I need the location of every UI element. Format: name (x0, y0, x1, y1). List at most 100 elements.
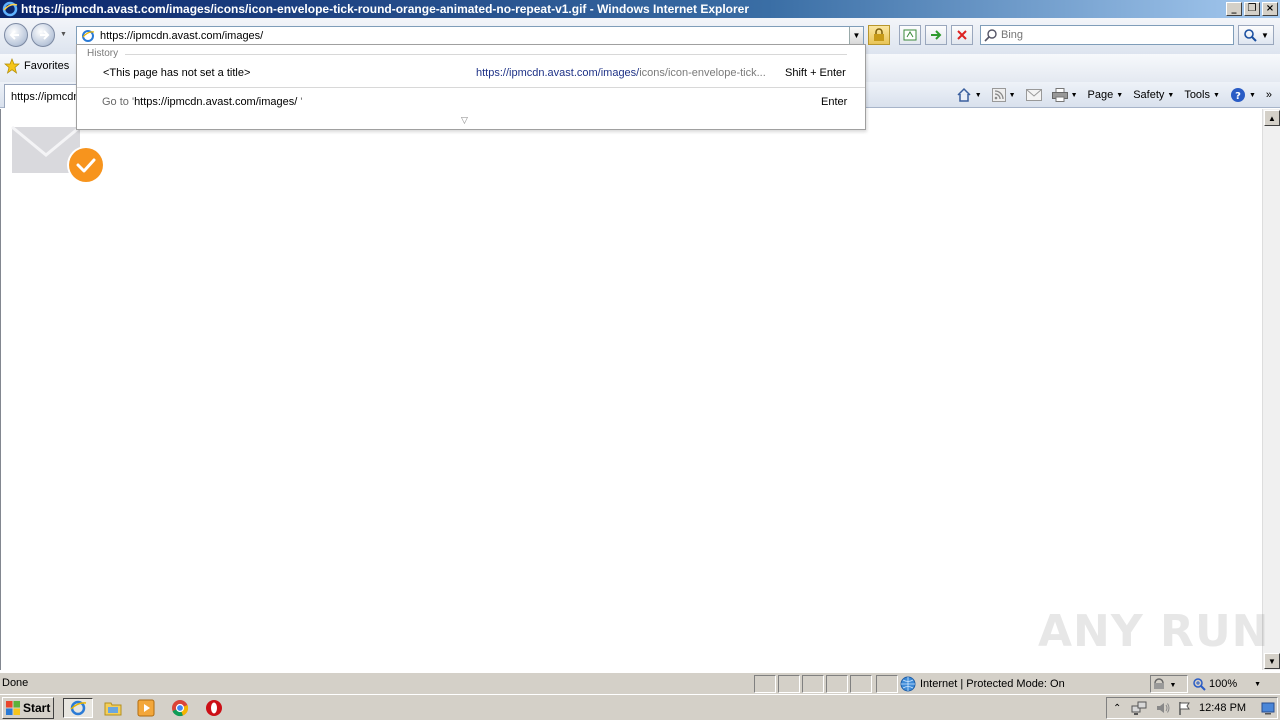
title-bar: https://ipmcdn.avast.com/images/icons/ic… (0, 0, 1280, 18)
feeds-button[interactable]: ▼ (991, 88, 1016, 102)
protected-mode-icon: ▼ (1154, 678, 1177, 689)
svg-text:?: ? (1235, 91, 1241, 102)
stop-button[interactable] (951, 25, 973, 45)
expand-dropdown-arrow-icon[interactable]: ▽ (461, 115, 468, 126)
svg-text:▼: ▼ (1170, 682, 1177, 689)
stop-x-icon (957, 30, 967, 40)
mail-icon (1025, 89, 1042, 101)
media-player-icon (137, 699, 155, 717)
search-input[interactable] (1001, 29, 1233, 41)
compatibility-view-button[interactable] (899, 25, 921, 45)
internet-globe-icon (900, 676, 916, 692)
page-content (0, 109, 1262, 670)
goto-shortcut: Enter (821, 96, 848, 108)
action-center-flag-icon[interactable] (1177, 700, 1193, 716)
scroll-up-arrow-icon[interactable]: ▲ (1264, 110, 1280, 126)
show-hidden-icons-chevron-icon[interactable]: ⌃ (1113, 703, 1121, 714)
system-tray: ⌃ 12:48 PM (1106, 697, 1278, 719)
window-title: https://ipmcdn.avast.com/images/icons/ic… (21, 2, 749, 16)
start-button[interactable]: Start (2, 697, 54, 719)
tab-label: https://ipmcdn.avast.com/images/ (11, 90, 86, 103)
system-clock[interactable]: 12:48 PM (1199, 702, 1246, 714)
page-menu-button[interactable]: Page ▼ (1088, 89, 1124, 101)
go-arrow-icon (931, 30, 942, 40)
zone-label: Internet | Protected Mode: On (920, 678, 1065, 690)
recent-pages-dropdown-icon[interactable]: ▼ (60, 31, 67, 38)
forward-arrow-icon (40, 30, 50, 40)
command-bar: ▼ ▼ ▼ Page ▼ Safety ▼ Tools ▼ ? ▼ » (956, 84, 1272, 106)
magnifier-icon (1244, 29, 1257, 42)
history-suggestion[interactable]: <This page has not set a title> https://… (77, 62, 865, 84)
favorites-button[interactable]: Favorites (4, 58, 69, 74)
status-text: Done (2, 677, 29, 689)
home-icon (957, 87, 971, 102)
windows-logo-icon (6, 701, 20, 715)
history-heading: History (87, 48, 119, 59)
status-pane (802, 675, 824, 693)
safety-menu-label: Safety (1133, 89, 1165, 101)
address-dropdown-button[interactable]: ▼ (849, 27, 863, 44)
restore-button[interactable]: ❐ (1244, 2, 1260, 16)
page-menu-label: Page (1087, 89, 1114, 101)
favorites-label: Favorites (24, 60, 70, 72)
anyrun-watermark: ANY RUN (1038, 606, 1270, 657)
page-icon (82, 29, 95, 42)
browser-tab[interactable]: https://ipmcdn.avast.com/images/ (4, 84, 86, 108)
help-icon: ? (1230, 88, 1245, 102)
search-box[interactable] (980, 25, 1234, 45)
tools-menu-label: Tools (1184, 89, 1210, 101)
taskbar-opera-button[interactable] (204, 698, 224, 718)
forward-button[interactable] (31, 23, 55, 47)
status-pane (876, 675, 898, 693)
protected-mode-pane[interactable]: ▼ (1150, 675, 1188, 693)
rss-feed-icon (991, 88, 1006, 102)
go-button[interactable] (925, 25, 947, 45)
taskbar-chrome-button[interactable] (170, 698, 190, 718)
status-bar: Done Internet | Protected Mode: On ▼ 100… (0, 672, 1280, 694)
tools-menu-button[interactable]: Tools ▼ (1184, 89, 1220, 101)
taskbar: Start ⌃ 12:48 PM (0, 694, 1280, 720)
home-button[interactable]: ▼ (956, 87, 982, 103)
back-arrow-icon (9, 30, 19, 40)
address-input[interactable]: https://ipmcdn.avast.com/images/ (100, 30, 849, 42)
search-options-dropdown-icon[interactable]: ▼ (1261, 31, 1269, 40)
start-label: Start (23, 701, 51, 715)
opera-icon (206, 700, 222, 716)
status-pane (754, 675, 776, 693)
read-mail-button[interactable] (1025, 89, 1042, 101)
folder-icon (104, 702, 122, 716)
close-button[interactable]: × (1262, 2, 1278, 16)
chevron-more-icon[interactable]: » (1266, 89, 1272, 101)
search-icon (984, 29, 997, 42)
zoom-control[interactable]: 100% ▼ (1192, 675, 1262, 693)
security-lock-button[interactable] (868, 25, 890, 45)
star-icon (4, 58, 20, 74)
minimize-button[interactable]: _ (1226, 2, 1242, 16)
taskbar-ie-button[interactable] (63, 698, 93, 718)
zoom-icon (1193, 678, 1206, 691)
volume-icon[interactable] (1155, 700, 1171, 716)
back-button[interactable] (4, 23, 28, 47)
print-button[interactable]: ▼ (1051, 88, 1078, 102)
zoom-dropdown-icon[interactable]: ▼ (1254, 681, 1261, 688)
vertical-scrollbar[interactable]: ▲ ▼ (1262, 109, 1280, 670)
search-button[interactable]: ▼ (1238, 25, 1274, 45)
envelope-tick-image (11, 125, 105, 184)
taskbar-media-player-button[interactable] (136, 698, 156, 718)
taskbar-explorer-button[interactable] (103, 698, 123, 718)
internet-explorer-icon (70, 700, 87, 716)
printer-icon (1051, 88, 1068, 102)
address-bar[interactable]: https://ipmcdn.avast.com/images/ ▼ (76, 26, 864, 45)
chrome-icon (172, 700, 189, 717)
status-pane (778, 675, 800, 693)
history-divider (125, 54, 847, 55)
safety-menu-button[interactable]: Safety ▼ (1133, 89, 1174, 101)
address-autocomplete-dropdown: History <This page has not set a title> … (76, 44, 866, 130)
goto-text: Go to 'https://ipmcdn.avast.com/images/ … (102, 96, 303, 108)
security-zone[interactable]: Internet | Protected Mode: On (900, 675, 1065, 693)
goto-suggestion[interactable]: Go to 'https://ipmcdn.avast.com/images/ … (77, 91, 865, 113)
network-icon[interactable] (1131, 700, 1147, 716)
help-button[interactable]: ? ▼ (1230, 87, 1256, 103)
show-desktop-icon[interactable] (1261, 701, 1275, 715)
lock-icon (874, 28, 884, 41)
